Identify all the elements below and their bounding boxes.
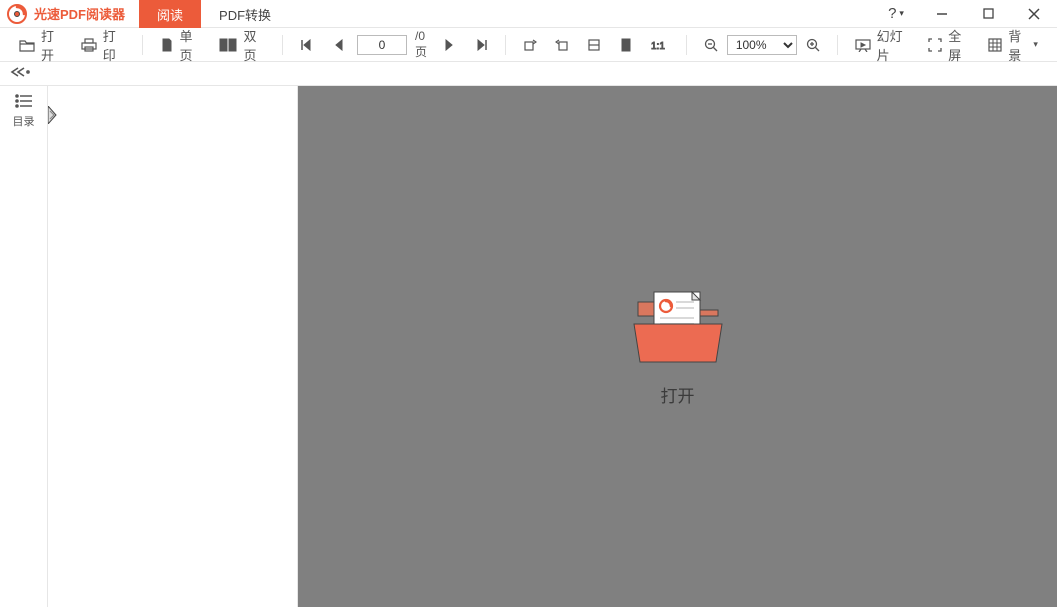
open-file-placeholder[interactable]: 打开 (630, 286, 726, 407)
rotate-right-button[interactable] (517, 33, 543, 57)
document-viewer: 打开 (298, 86, 1057, 607)
separator (686, 35, 687, 55)
rotate-left-icon (555, 38, 569, 52)
print-label: 打印 (103, 26, 125, 64)
sidebar-expand-handle[interactable] (48, 86, 58, 607)
title-left: 光速PDF阅读器 (0, 0, 139, 27)
rotate-left-button[interactable] (549, 33, 575, 57)
zoom-in-icon (806, 38, 820, 52)
actual-size-icon: 1:1 (651, 38, 669, 52)
open-file-label: 打开 (630, 382, 726, 407)
slideshow-label: 幻灯片 (877, 26, 911, 64)
tab-convert[interactable]: PDF转换 (201, 0, 289, 28)
close-icon (1028, 8, 1040, 20)
window-controls: ?▾ (873, 0, 1057, 27)
single-page-icon (160, 38, 174, 52)
left-panel (58, 86, 298, 607)
print-button[interactable]: 打印 (75, 33, 131, 57)
double-page-label: 双页 (243, 26, 265, 64)
prev-page-icon (334, 39, 344, 51)
fullscreen-icon (928, 38, 942, 52)
chevron-down-icon: ▾ (899, 8, 904, 19)
tab-read[interactable]: 阅读 (139, 0, 201, 28)
background-icon (988, 38, 1002, 52)
app-logo-icon (6, 3, 28, 25)
chevron-down-icon: ▾ (1033, 39, 1038, 50)
last-page-icon (476, 39, 488, 51)
zoom-out-button[interactable] (698, 33, 724, 57)
folder-open-icon (19, 38, 35, 52)
zoom-select[interactable]: 100% (727, 35, 797, 55)
first-page-button[interactable] (294, 33, 318, 57)
background-button[interactable]: 背景 ▾ (982, 33, 1044, 57)
sidebar-item-label: 目录 (0, 113, 47, 129)
next-page-icon (444, 39, 454, 51)
rotate-right-icon (523, 38, 537, 52)
open-label: 打开 (41, 26, 63, 64)
sidebar: 目录 (0, 86, 48, 607)
printer-icon (81, 38, 97, 52)
prev-page-button[interactable] (328, 33, 350, 57)
page-total-label: /0页 (411, 29, 431, 60)
actual-size-button[interactable]: 1:1 (645, 33, 675, 57)
first-page-icon (300, 39, 312, 51)
toolbar: 打开 打印 单页 双页 /0页 (0, 28, 1057, 62)
fit-width-button[interactable] (581, 33, 607, 57)
fit-page-icon (619, 38, 633, 52)
slideshow-icon (855, 38, 871, 52)
double-page-button[interactable]: 双页 (213, 33, 271, 57)
main-area: 目录 打开 (0, 86, 1057, 607)
single-page-button[interactable]: 单页 (154, 33, 208, 57)
background-label: 背景 (1008, 26, 1029, 64)
sidebar-item-toc[interactable]: 目录 (0, 86, 47, 135)
collapse-arrow-icon (10, 66, 32, 78)
close-button[interactable] (1011, 0, 1057, 27)
secondary-bar (0, 62, 1057, 86)
separator (505, 35, 506, 55)
minimize-button[interactable] (919, 0, 965, 27)
maximize-icon (983, 8, 994, 19)
main-tabs: 阅读 PDF转换 (139, 0, 289, 27)
help-label: ? (888, 5, 896, 22)
separator (142, 35, 143, 55)
toc-icon (15, 96, 33, 111)
zoom-out-icon (704, 38, 718, 52)
double-page-icon (219, 38, 237, 52)
fit-width-icon (587, 38, 601, 52)
last-page-button[interactable] (470, 33, 494, 57)
minimize-icon (936, 8, 948, 20)
open-button[interactable]: 打开 (13, 33, 69, 57)
help-menu-button[interactable]: ?▾ (873, 0, 919, 27)
zoom-in-button[interactable] (800, 33, 826, 57)
fit-page-button[interactable] (613, 33, 639, 57)
single-page-label: 单页 (180, 26, 202, 64)
title-bar: 光速PDF阅读器 阅读 PDF转换 ?▾ (0, 0, 1057, 28)
fullscreen-label: 全屏 (948, 26, 970, 64)
maximize-button[interactable] (965, 0, 1011, 27)
app-title: 光速PDF阅读器 (34, 4, 139, 23)
page-number-input[interactable] (357, 35, 407, 55)
separator (837, 35, 838, 55)
slideshow-button[interactable]: 幻灯片 (849, 33, 917, 57)
svg-text:1:1: 1:1 (651, 41, 665, 52)
chevron-right-icon (48, 106, 58, 124)
fullscreen-button[interactable]: 全屏 (922, 33, 976, 57)
separator (282, 35, 283, 55)
page-navigation: /0页 (291, 29, 497, 60)
open-folder-icon (630, 286, 726, 366)
collapse-toolbar-button[interactable] (10, 66, 32, 81)
next-page-button[interactable] (438, 33, 460, 57)
